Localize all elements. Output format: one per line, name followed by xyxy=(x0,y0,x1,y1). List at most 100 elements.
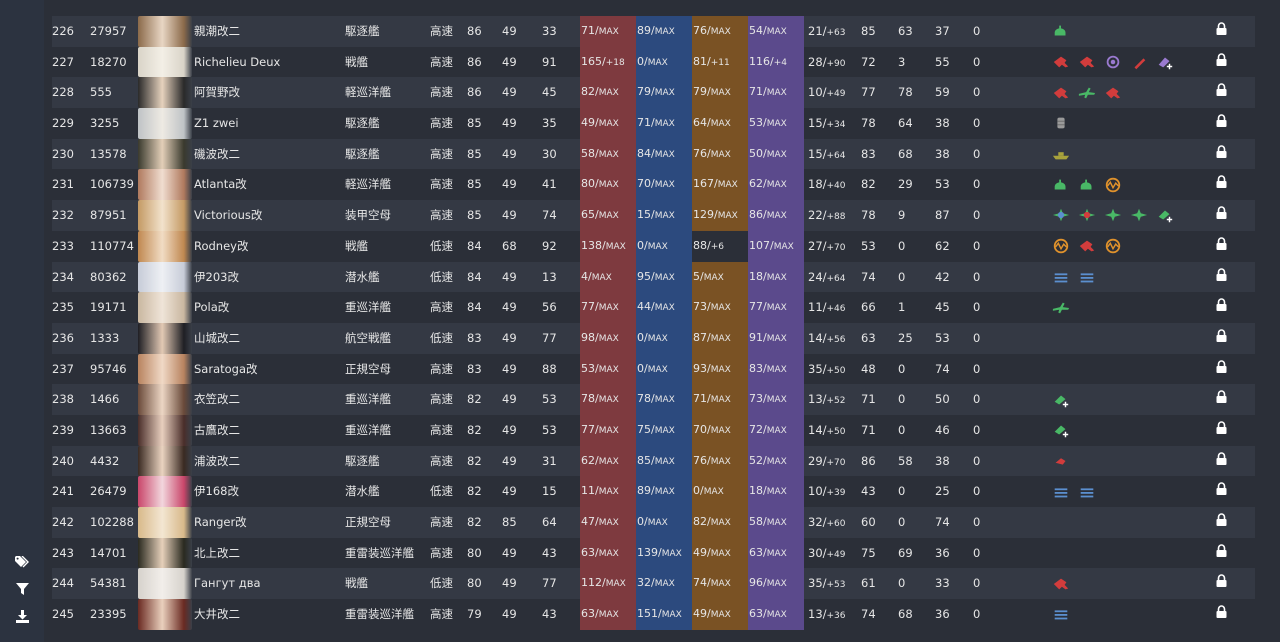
ship-name[interactable]: Ranger改 xyxy=(194,507,247,538)
equipment-green-add-icon[interactable] xyxy=(1052,393,1070,407)
lock-icon[interactable] xyxy=(1216,354,1227,385)
equipment-red-shell-icon[interactable] xyxy=(1130,55,1148,70)
equipment-green-fighter-icon[interactable] xyxy=(1130,208,1148,222)
ship-name[interactable]: Pola改 xyxy=(194,292,229,323)
equipment-red-gun-icon[interactable] xyxy=(1052,577,1070,591)
table-row[interactable]: 228 555 阿賀野改 軽巡洋艦 高速 86 49 45 82/MAX 79/MAX 79/MAX… xyxy=(52,77,1255,109)
ship-name[interactable]: Rodney改 xyxy=(194,231,248,262)
equipment-gray-drum-icon[interactable] xyxy=(1052,116,1070,130)
lock-icon[interactable] xyxy=(1216,47,1227,78)
equipment-green-fighter-red-icon[interactable] xyxy=(1078,208,1096,222)
table-row[interactable]: 242 102288 Ranger改 正規空母 高速 82 85 64 47/MAX 0/MAX 8… xyxy=(52,507,1255,538)
equipment-purple-add-icon[interactable] xyxy=(1156,55,1174,70)
ship-condition: 49 xyxy=(502,208,517,223)
equipment-blue-torpedo-icon[interactable] xyxy=(1078,485,1096,499)
ship-name[interactable]: 衣笠改二 xyxy=(194,384,240,415)
equipment-orange-radar-icon[interactable] xyxy=(1052,238,1070,254)
table-row[interactable]: 234 80362 伊203改 潜水艦 低速 84 49 13 4/MAX 95/MAX 5/MAX… xyxy=(52,261,1255,293)
filter-icon[interactable] xyxy=(14,581,30,597)
ship-name[interactable]: Saratoga改 xyxy=(194,354,258,385)
equipment-red-gun-icon[interactable] xyxy=(1052,86,1070,100)
lock-icon[interactable] xyxy=(1216,231,1227,262)
ship-name[interactable]: Гангут два xyxy=(194,568,261,599)
ship-stat: 53 xyxy=(542,392,557,407)
equipment-olive-boat-icon[interactable] xyxy=(1052,147,1070,161)
luck-bonus: +64 xyxy=(826,273,846,284)
equipment-green-fighter-blue-icon[interactable] xyxy=(1052,208,1070,222)
lock-icon[interactable] xyxy=(1216,139,1227,170)
lock-icon[interactable] xyxy=(1216,200,1227,231)
tags-icon[interactable] xyxy=(14,554,30,570)
table-row[interactable]: 226 27957 親潮改二 駆逐艦 高速 86 49 33 71/MAX 89/MAX 76/MA… xyxy=(52,16,1255,47)
ship-name[interactable]: 伊203改 xyxy=(194,262,239,293)
lock-icon[interactable] xyxy=(1216,538,1227,569)
equipment-green-radar-icon[interactable] xyxy=(1052,178,1070,192)
lock-icon[interactable] xyxy=(1216,384,1227,415)
ship-name[interactable]: Richelieu Deux xyxy=(194,47,280,78)
lock-icon[interactable] xyxy=(1216,568,1227,599)
equipment-blue-torpedo-icon[interactable] xyxy=(1052,270,1070,284)
lock-icon[interactable] xyxy=(1216,323,1227,354)
equipment-blue-torpedo-icon[interactable] xyxy=(1078,270,1096,284)
lock-icon[interactable] xyxy=(1216,169,1227,200)
lock-icon[interactable] xyxy=(1216,292,1227,323)
lock-icon[interactable] xyxy=(1216,108,1227,139)
ship-name[interactable]: 阿賀野改 xyxy=(194,77,240,108)
ship-name[interactable]: 北上改二 xyxy=(194,538,240,569)
lock-icon[interactable] xyxy=(1216,446,1227,477)
table-row[interactable]: 241 26479 伊168改 潜水艦 低速 82 49 15 11/MAX 89/MAX 0/MA… xyxy=(52,476,1255,507)
ship-name[interactable]: 浦波改二 xyxy=(194,446,240,477)
equipment-green-plane-icon[interactable] xyxy=(1052,301,1070,315)
equipment-red-gun-icon[interactable] xyxy=(1104,86,1122,100)
table-row[interactable]: 227 18270 Richelieu Deux 戦艦 高速 86 49 91 165/+18 0… xyxy=(52,46,1255,78)
equipment-red-small-icon[interactable] xyxy=(1052,454,1070,468)
table-row[interactable]: 230 13578 磯波改二 駆逐艦 高速 85 49 30 58/MAX 84/MAX 76/MA… xyxy=(52,138,1255,170)
lock-icon[interactable] xyxy=(1216,77,1227,108)
equipment-purple-seal-icon[interactable] xyxy=(1104,55,1122,69)
table-row[interactable]: 243 14701 北上改二 重雷装巡洋艦 高速 80 49 43 63/MAX 139/MAX 4… xyxy=(52,537,1255,569)
ship-name[interactable]: 親潮改二 xyxy=(194,16,240,47)
equipment-red-gun-icon[interactable] xyxy=(1078,239,1096,253)
download-icon[interactable] xyxy=(14,608,30,624)
equipment-green-radar-icon[interactable] xyxy=(1078,178,1096,192)
table-row[interactable]: 239 13663 古鷹改二 重巡洋艦 高速 82 49 53 77/MAX 75/MAX 70/M… xyxy=(52,414,1255,446)
ship-name[interactable]: 大井改二 xyxy=(194,599,240,630)
equipment-green-add-icon[interactable] xyxy=(1156,208,1174,223)
equipment-green-plane-icon[interactable] xyxy=(1078,86,1096,100)
lock-icon[interactable] xyxy=(1216,262,1227,293)
ship-name[interactable]: Z1 zwei xyxy=(194,108,239,139)
table-row[interactable]: 237 95746 Saratoga改 正規空母 高速 83 49 88 53/MAX 0/MAX… xyxy=(52,353,1255,385)
table-row[interactable]: 231 106739 Atlanta改 軽巡洋艦 高速 85 49 41 80/MAX 70/MA… xyxy=(52,169,1255,201)
lock-icon[interactable] xyxy=(1216,476,1227,507)
lock-icon[interactable] xyxy=(1216,16,1227,47)
equipment-orange-radar-icon[interactable] xyxy=(1104,238,1122,254)
table-row[interactable]: 238 1466 衣笠改二 重巡洋艦 高速 82 49 53 78/MAX 78/MAX 71/MA… xyxy=(52,384,1255,415)
table-row[interactable]: 244 54381 Гангут два 戦艦 低速 80 49 77 112/MAX 32/MA… xyxy=(52,568,1255,600)
table-row[interactable]: 229 3255 Z1 zwei 駆逐艦 高速 85 49 35 49/MAX 71/MAX 64/… xyxy=(52,108,1255,139)
equipment-green-radar-icon[interactable] xyxy=(1052,24,1070,38)
equipment-orange-radar-icon[interactable] xyxy=(1104,177,1122,192)
extra-stat: 0 xyxy=(973,484,981,499)
ship-name[interactable]: Victorious改 xyxy=(194,200,262,231)
table-row[interactable]: 233 110774 Rodney改 戦艦 低速 84 68 92 138/MAX 0/MAX 88… xyxy=(52,230,1255,262)
equipment-green-add-icon[interactable] xyxy=(1052,423,1070,438)
ship-name[interactable]: Atlanta改 xyxy=(194,169,247,200)
lock-icon[interactable] xyxy=(1216,415,1227,446)
ship-name[interactable]: 山城改二 xyxy=(194,323,240,354)
ship-name[interactable]: 古鷹改二 xyxy=(194,415,240,446)
ship-name[interactable]: 磯波改二 xyxy=(194,139,240,170)
equipment-blue-torpedo-icon[interactable] xyxy=(1052,485,1070,499)
armor-value: 72/ xyxy=(749,422,767,436)
table-row[interactable]: 232 87951 Victorious改 装甲空母 高速 85 49 74 65/MAX 15/… xyxy=(52,200,1255,231)
equipment-green-fighter-icon[interactable] xyxy=(1104,208,1122,222)
table-row[interactable]: 240 4432 浦波改二 駆逐艦 高速 82 49 31 62/MAX 85/MAX 76/MAX… xyxy=(52,445,1255,477)
lock-icon[interactable] xyxy=(1216,507,1227,538)
table-row[interactable]: 245 23395 大井改二 重雷装巡洋艦 高速 79 49 43 63/MAX 151/MAX 4… xyxy=(52,599,1255,630)
equipment-red-gun-icon[interactable] xyxy=(1052,55,1070,69)
ship-name[interactable]: 伊168改 xyxy=(194,476,239,507)
lock-icon[interactable] xyxy=(1216,599,1227,630)
table-row[interactable]: 235 19171 Pola改 重巡洋艦 高速 84 49 56 77/MAX 44/MAX 73/… xyxy=(52,292,1255,323)
equipment-blue-torpedo-icon[interactable] xyxy=(1052,607,1070,621)
equipment-red-gun-icon[interactable] xyxy=(1078,55,1096,69)
table-row[interactable]: 236 1333 山城改二 航空戦艦 低速 83 49 77 98/MAX 0/MAX 87/MAX… xyxy=(52,322,1255,354)
